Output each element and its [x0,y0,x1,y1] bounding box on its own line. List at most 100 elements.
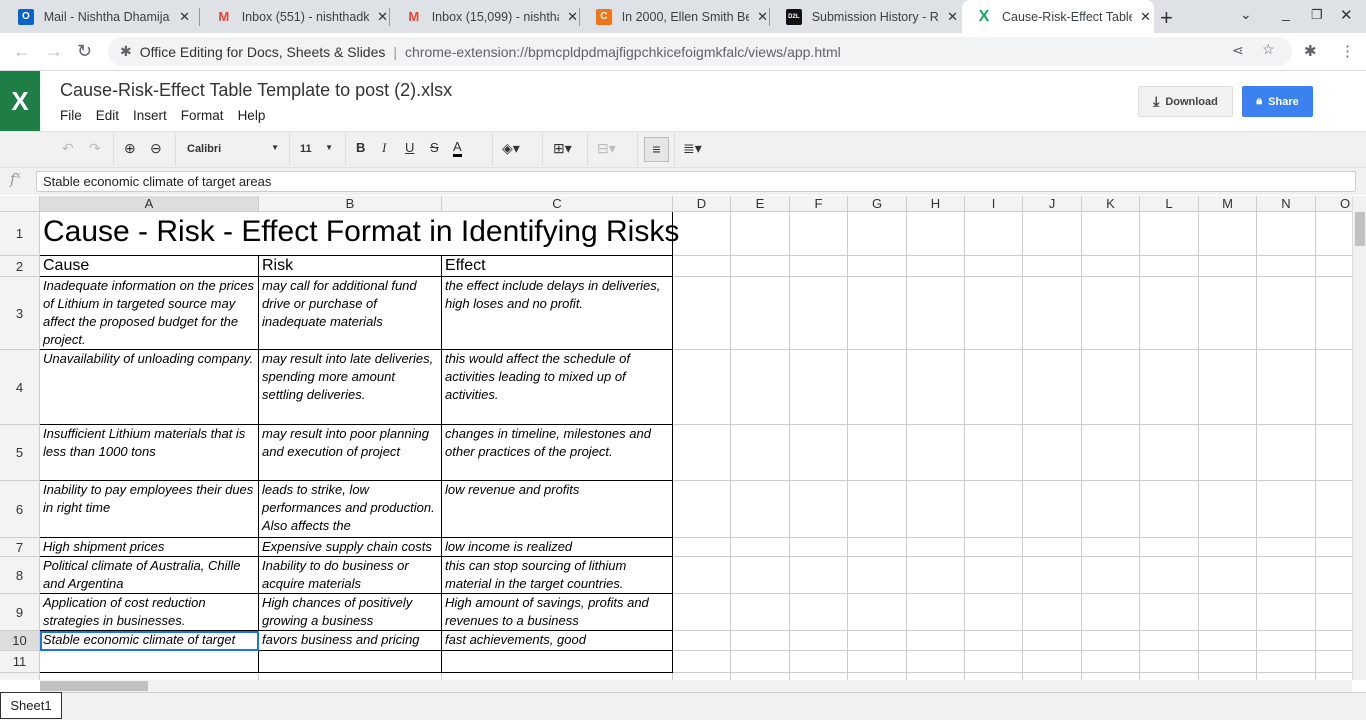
data-cell[interactable]: Political climate of Australia, Chille a… [40,557,259,594]
cell[interactable] [442,673,673,680]
align-icon[interactable]: ≣▾ [683,140,702,157]
cell[interactable] [790,481,848,538]
close-tab-icon[interactable]: ✕ [377,9,388,25]
row-header-11[interactable]: 11 [0,651,40,673]
cell[interactable] [1082,277,1140,350]
cell[interactable] [1257,594,1316,631]
column-header-M[interactable]: M [1199,196,1257,212]
minimize-button[interactable]: _ [1282,5,1290,21]
cell[interactable] [965,631,1023,651]
undo-icon[interactable]: ↶ [62,140,74,157]
cell[interactable] [1257,350,1316,425]
row-header-4[interactable]: 4 [0,350,40,425]
cell[interactable] [965,212,1023,256]
cell[interactable] [965,673,1023,680]
cell[interactable] [1140,631,1199,651]
extensions-icon[interactable]: ✱ [1304,42,1317,60]
bold-icon[interactable]: B [356,140,365,155]
cell[interactable] [790,673,848,680]
cell[interactable] [1257,425,1316,481]
menu-edit[interactable]: Edit [96,108,119,123]
cell[interactable] [673,538,731,557]
cell[interactable] [907,277,965,350]
cell[interactable] [1316,651,1352,673]
bookmark-star-icon[interactable]: ☆ [1262,41,1275,58]
cell[interactable] [1082,594,1140,631]
restore-button[interactable]: ❐ [1311,7,1323,23]
sheet-tab[interactable]: Sheet1 [0,692,62,719]
cell[interactable] [1316,631,1352,651]
cell[interactable] [1082,425,1140,481]
cell[interactable] [790,425,848,481]
cell[interactable] [1082,481,1140,538]
cell[interactable] [1199,651,1257,673]
menu-format[interactable]: Format [181,108,224,123]
cell[interactable] [1199,277,1257,350]
cell[interactable] [731,256,790,277]
cell[interactable] [673,212,731,256]
column-header-E[interactable]: E [731,196,790,212]
cell[interactable] [442,651,673,673]
cell[interactable] [1316,557,1352,594]
cell[interactable] [848,256,907,277]
cell[interactable] [1082,538,1140,557]
row-header-8[interactable]: 8 [0,557,40,594]
cell[interactable] [1316,425,1352,481]
column-header-K[interactable]: K [1082,196,1140,212]
cell[interactable] [907,212,965,256]
row-header-2[interactable]: 2 [0,256,40,277]
cell[interactable] [731,538,790,557]
cell[interactable] [1257,631,1316,651]
column-header-F[interactable]: F [790,196,848,212]
document-title[interactable]: Cause-Risk-Effect Table Template to post… [60,80,452,101]
cell[interactable] [1023,673,1082,680]
column-header-D[interactable]: D [673,196,731,212]
browser-tab[interactable]: C In 2000, Ellen Smith Be ✕ [582,0,768,33]
cell[interactable] [1199,481,1257,538]
cell[interactable] [1316,350,1352,425]
cell[interactable] [965,651,1023,673]
data-cell[interactable]: low revenue and profits [442,481,673,538]
cell[interactable] [1140,557,1199,594]
data-cell[interactable]: Inability to pay employees their dues in… [40,481,259,538]
cell[interactable] [1140,651,1199,673]
column-header-L[interactable]: L [1140,196,1199,212]
forward-icon[interactable]: → [45,41,63,62]
cell[interactable] [907,557,965,594]
back-icon[interactable]: ← [13,41,31,62]
cell[interactable] [1082,557,1140,594]
cell[interactable] [1257,651,1316,673]
cell[interactable] [965,256,1023,277]
cell[interactable] [1140,350,1199,425]
menu-kebab-icon[interactable]: ⋮ [1340,42,1355,60]
browser-tab[interactable]: X Cause-Risk-Effect Table ✕ [962,0,1154,33]
cell[interactable] [1316,481,1352,538]
underline-icon[interactable]: U [405,140,414,155]
data-cell[interactable]: High amount of savings, profits and reve… [442,594,673,631]
cell[interactable] [790,594,848,631]
scroll-thumb[interactable] [40,681,148,691]
cell[interactable] [1023,277,1082,350]
data-cell[interactable]: may result into late deliveries, spendin… [259,350,442,425]
data-cell[interactable]: leads to strike, low performances and pr… [259,481,442,538]
cell[interactable] [1082,350,1140,425]
cell[interactable] [848,631,907,651]
cell[interactable] [848,594,907,631]
cell[interactable] [259,651,442,673]
close-window-button[interactable]: ✕ [1340,6,1353,24]
cell[interactable] [1023,557,1082,594]
header-cell[interactable]: Effect [442,256,673,277]
row-header-7[interactable]: 7 [0,538,40,557]
cell[interactable] [1140,212,1199,256]
cell[interactable] [1257,256,1316,277]
cell[interactable] [965,277,1023,350]
data-cell[interactable]: changes in timeline, milestones and othe… [442,425,673,481]
cell[interactable] [1082,631,1140,651]
data-cell[interactable]: the effect include delays in deliveries,… [442,277,673,350]
data-cell[interactable]: High shipment prices [40,538,259,557]
browser-tab[interactable]: M Inbox (551) - nishthadk ✕ [202,0,388,33]
cell[interactable] [1023,212,1082,256]
data-cell[interactable]: Inadequate information on the prices of … [40,277,259,350]
cell[interactable] [731,481,790,538]
cell[interactable] [1023,481,1082,538]
